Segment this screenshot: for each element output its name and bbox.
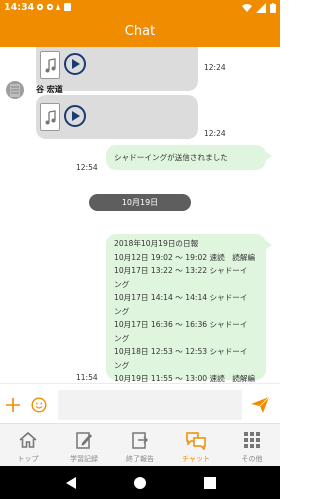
- grid-icon: [244, 432, 260, 448]
- nav-item-end-report[interactable]: 終了報告: [112, 424, 168, 466]
- message-line: ング: [114, 360, 130, 370]
- home-button-icon[interactable]: [133, 476, 147, 490]
- nav-label: トップ: [17, 455, 39, 463]
- message-line: ング: [114, 306, 130, 316]
- sender-name: 谷 宏道: [36, 85, 63, 94]
- send-icon[interactable]: [250, 396, 270, 414]
- message-line: 10月17日 13:22 〜 13:22 シャドーイ: [114, 266, 248, 275]
- sent-message-bubble: 2018年10月19日の日報 10月12日 19:02 〜 19:02 速読 読…: [106, 234, 272, 383]
- nav-item-other[interactable]: その他: [224, 424, 280, 466]
- chat-bubbles-icon: [186, 432, 206, 450]
- audio-player: [36, 101, 94, 133]
- message-time: 12:24: [204, 129, 226, 138]
- message-line: 10月12日 19:02 〜 19:02 速読 読解編: [114, 252, 256, 262]
- message-text: シャドーイングが送信されました: [114, 153, 228, 162]
- signal-icon: [256, 3, 266, 13]
- system-navigation-bar: [0, 466, 280, 499]
- message-line: ング: [114, 279, 130, 289]
- battery-icon: [270, 3, 276, 13]
- audio-player: [36, 49, 94, 81]
- message-line: 2018年10月19日の日報: [114, 239, 199, 248]
- sent-message-bubble: シャドーイングが送信されました: [106, 145, 272, 170]
- status-time: 14:34: [4, 2, 35, 13]
- date-divider: 10月19日: [89, 194, 191, 211]
- status-bar: 14:34: [0, 0, 280, 17]
- message-time: 12:54: [76, 163, 98, 172]
- audio-message-bubble: [36, 95, 198, 139]
- nav-item-study-record[interactable]: 学習記録: [56, 424, 112, 466]
- system-status-icons: [242, 3, 276, 13]
- message-line: 10月18日 12:53 〜 12:53 シャドーイ: [114, 347, 248, 356]
- home-icon: [19, 431, 37, 448]
- audio-file-icon: [40, 103, 60, 131]
- nav-label: 学習記録: [70, 455, 98, 463]
- notification-icons: [36, 2, 74, 14]
- nav-label: チャット: [182, 455, 210, 463]
- play-icon[interactable]: [64, 105, 86, 127]
- page-title: Chat: [124, 24, 156, 39]
- message-input-bar: [0, 383, 280, 423]
- nav-item-top[interactable]: トップ: [0, 424, 56, 466]
- add-icon[interactable]: [5, 397, 21, 413]
- nav-label: 終了報告: [126, 455, 154, 463]
- message-time: 11:54: [76, 373, 98, 382]
- settings-icon: [36, 3, 71, 11]
- message-time: 12:24: [204, 63, 226, 72]
- message-line: 10月19日 11:55 〜 13:00 速読 読解編: [114, 374, 256, 383]
- message-input[interactable]: [58, 390, 242, 420]
- nav-item-chat[interactable]: チャット: [168, 424, 224, 466]
- app-bar: Chat: [0, 17, 280, 47]
- message-line: 10月17日 16:36 〜 16:36 シャドーイ: [114, 320, 248, 329]
- back-icon[interactable]: [64, 476, 78, 490]
- message-line: ング: [114, 333, 130, 343]
- recent-apps-icon[interactable]: [204, 477, 216, 489]
- audio-file-icon: [40, 51, 60, 79]
- wifi-icon: [242, 4, 252, 12]
- report-icon: [132, 432, 149, 449]
- edit-document-icon: [76, 432, 92, 449]
- chat-message-list[interactable]: 12:24 谷 宏道 12:24 シャドーイングが送信されました 12:54 1…: [0, 47, 280, 383]
- message-line: 10月17日 14:14 〜 14:14 シャドーイ: [114, 293, 248, 302]
- nav-label: その他: [241, 455, 263, 463]
- bottom-navigation: トップ 学習記録 終了報告 チャット その他: [0, 423, 280, 466]
- emoji-icon[interactable]: [31, 397, 47, 413]
- avatar[interactable]: [6, 81, 24, 99]
- play-icon[interactable]: [64, 53, 86, 75]
